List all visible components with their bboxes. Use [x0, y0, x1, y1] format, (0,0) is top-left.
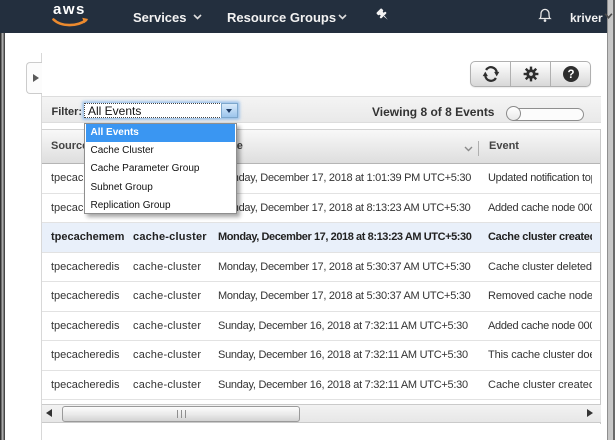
svg-text:?: ?: [567, 69, 574, 81]
